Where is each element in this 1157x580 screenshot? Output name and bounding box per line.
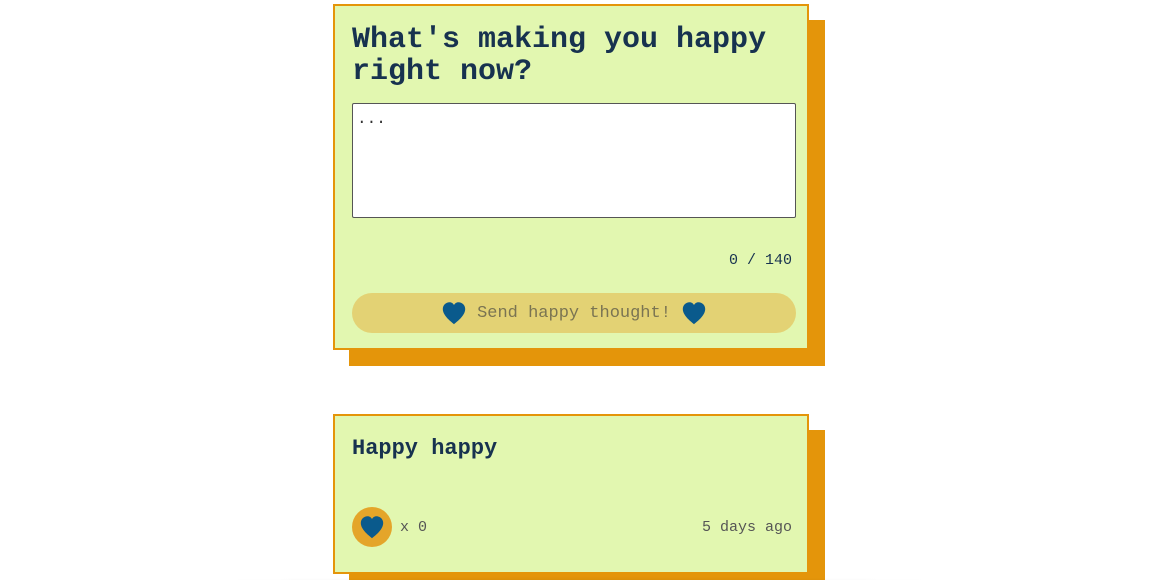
happy-thought-form: What's making you happy right now? 0 / 1… — [333, 4, 809, 350]
like-count: x 0 — [400, 519, 428, 536]
send-thought-button[interactable]: Send happy thought! — [352, 293, 796, 333]
bottom-shadow — [80, 576, 1077, 580]
character-counter: 0 / 140 — [728, 252, 792, 269]
thought-timestamp: 5 days ago — [701, 519, 792, 536]
thought-input[interactable] — [352, 103, 796, 218]
heart-icon — [359, 515, 385, 539]
heart-icon — [441, 301, 467, 325]
thought-card: Happy happy x 0 5 days ago — [333, 414, 809, 574]
heart-icon — [681, 301, 707, 325]
form-title: What's making you happy right now? — [352, 23, 767, 89]
like-button[interactable] — [352, 507, 392, 547]
send-button-label: Send happy thought! — [477, 303, 671, 323]
thought-message: Happy happy — [352, 436, 498, 461]
page: What's making you happy right now? 0 / 1… — [0, 0, 1157, 580]
